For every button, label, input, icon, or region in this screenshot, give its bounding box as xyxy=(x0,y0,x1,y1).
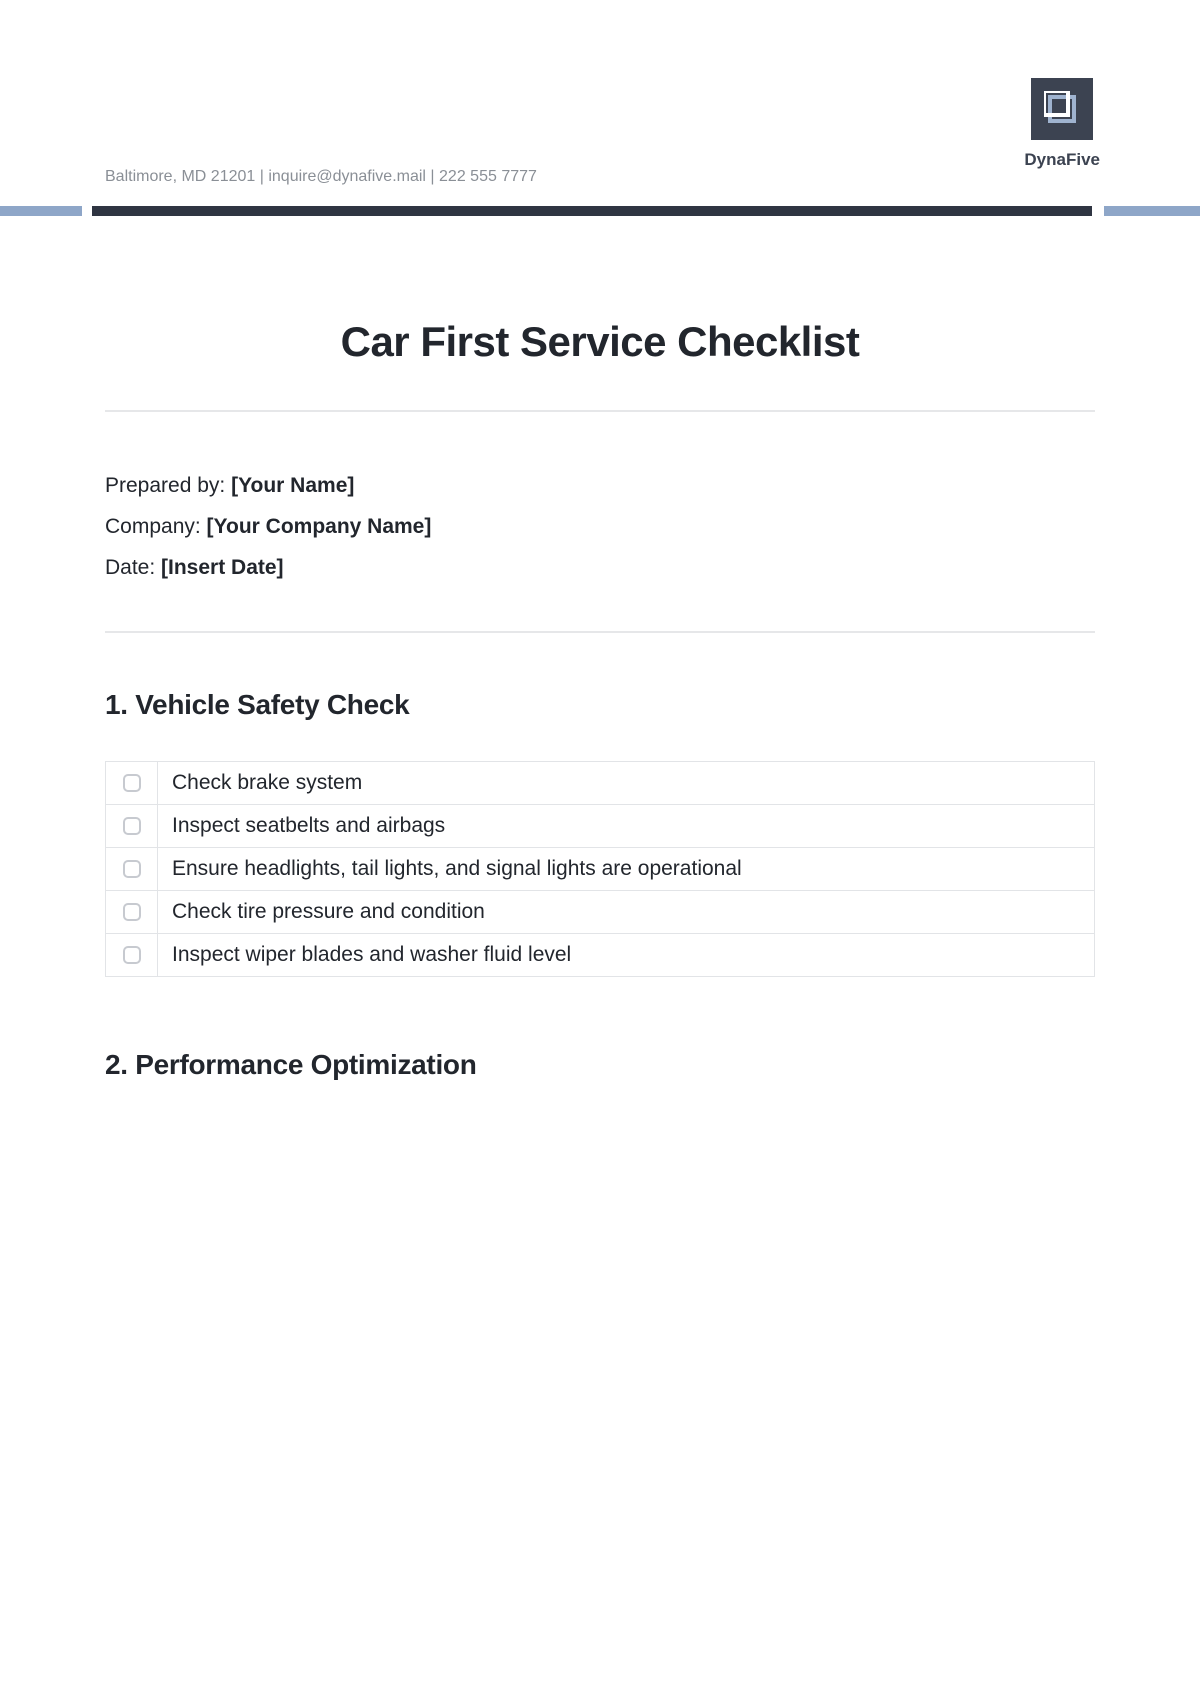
title-divider xyxy=(105,410,1095,412)
checkbox[interactable] xyxy=(123,860,141,878)
date-value: [Insert Date] xyxy=(161,556,284,579)
meta-divider xyxy=(105,631,1095,633)
section-heading-2: 2. Performance Optimization xyxy=(105,1049,1095,1081)
checkbox[interactable] xyxy=(123,774,141,792)
document-body: Car First Service Checklist Prepared by:… xyxy=(0,318,1200,1081)
checklist-item-text: Ensure headlights, tail lights, and sign… xyxy=(158,847,1095,890)
prepared-by-value: [Your Name] xyxy=(231,474,354,497)
checklist-row: Inspect wiper blades and washer fluid le… xyxy=(106,933,1095,976)
brand-logo-icon xyxy=(1031,78,1093,140)
checklist-row: Check tire pressure and condition xyxy=(106,890,1095,933)
checkbox[interactable] xyxy=(123,817,141,835)
meta-block: Prepared by: [Your Name] Company: [Your … xyxy=(105,466,1095,589)
checkbox[interactable] xyxy=(123,903,141,921)
checklist-item-text: Inspect seatbelts and airbags xyxy=(158,804,1095,847)
checklist-item-text: Inspect wiper blades and washer fluid le… xyxy=(158,933,1095,976)
company-label: Company: xyxy=(105,515,207,538)
header-divider xyxy=(0,206,1200,216)
checklist-row: Ensure headlights, tail lights, and sign… xyxy=(106,847,1095,890)
brand-block: DynaFive xyxy=(1024,78,1100,170)
checklist-item-text: Check tire pressure and condition xyxy=(158,890,1095,933)
brand-name: DynaFive xyxy=(1024,150,1100,170)
company-value: [Your Company Name] xyxy=(207,515,432,538)
checklist-row: Inspect seatbelts and airbags xyxy=(106,804,1095,847)
prepared-by-label: Prepared by: xyxy=(105,474,231,497)
document-header: Baltimore, MD 21201 | inquire@dynafive.m… xyxy=(0,0,1200,200)
section-heading-1: 1. Vehicle Safety Check xyxy=(105,689,1095,721)
checklist-table-1: Check brake system Inspect seatbelts and… xyxy=(105,761,1095,977)
checkbox[interactable] xyxy=(123,946,141,964)
checklist-row: Check brake system xyxy=(106,761,1095,804)
page-title: Car First Service Checklist xyxy=(105,318,1095,366)
company-row: Company: [Your Company Name] xyxy=(105,507,1095,548)
date-row: Date: [Insert Date] xyxy=(105,548,1095,589)
prepared-by-row: Prepared by: [Your Name] xyxy=(105,466,1095,507)
checklist-item-text: Check brake system xyxy=(158,761,1095,804)
contact-info: Baltimore, MD 21201 | inquire@dynafive.m… xyxy=(105,168,537,186)
date-label: Date: xyxy=(105,556,161,579)
